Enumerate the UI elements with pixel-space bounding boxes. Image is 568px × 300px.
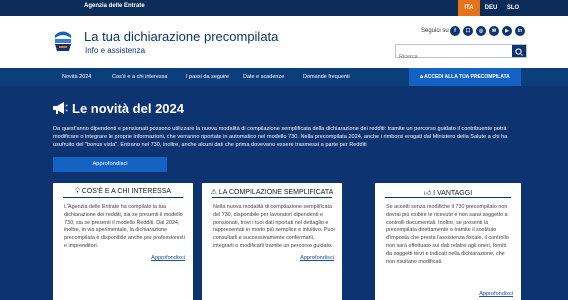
card-divider bbox=[385, 197, 511, 198]
nav-item-passi[interactable]: I passi da seguire bbox=[186, 68, 229, 86]
warning-icon: ⚠︎ bbox=[210, 189, 219, 196]
card-divider bbox=[63, 197, 183, 198]
search-button[interactable] bbox=[512, 45, 526, 57]
main-nav: Novità 2024 Cos'è e a chi interessa I pa… bbox=[0, 68, 568, 86]
top-bar: Agenzia delle Entrate ITA DEU SLO bbox=[0, 0, 568, 16]
instagram-icon[interactable]: ◎ bbox=[476, 26, 486, 36]
news-more-button[interactable]: Approfondisci bbox=[53, 157, 167, 172]
agency-name[interactable]: Agenzia delle Entrate bbox=[84, 3, 145, 9]
card-vantaggi: 👍︎ I VANTAGGI Se accetti senza modifiche… bbox=[375, 183, 521, 300]
card-body: L'Agenzia delle Entrate ha compilato la … bbox=[64, 204, 185, 249]
search-box bbox=[395, 44, 527, 63]
card-body: Se accetti senza modifiche il 730 precom… bbox=[386, 204, 509, 265]
bulb-icon: 💡︎ bbox=[74, 188, 82, 195]
card-compilazione: ⚠︎ LA COMPILAZIONE SEMPLIFICATA Nella nu… bbox=[202, 183, 342, 300]
card-body: Nella nuova modalità di compilazione sem… bbox=[213, 204, 335, 249]
thumbs-up-icon: 👍︎ bbox=[423, 190, 434, 197]
card-link[interactable]: Approfondisci bbox=[151, 255, 185, 261]
nav-item-date[interactable]: Date e scadenze bbox=[243, 68, 284, 86]
logo-icon[interactable] bbox=[52, 29, 74, 53]
x-icon[interactable]: ☐ bbox=[463, 26, 473, 36]
news-text: Da quest'anno dipendenti e pensionati po… bbox=[53, 126, 508, 148]
linkedin-icon[interactable]: in bbox=[515, 26, 525, 36]
login-button-label: ACCEDI ALLA TUA PRECOMPILATA bbox=[424, 74, 510, 80]
facebook-icon[interactable]: f bbox=[450, 26, 460, 36]
search-icon bbox=[515, 48, 523, 56]
telegram-icon[interactable]: ✉ bbox=[489, 26, 499, 36]
site-subtitle: Info e assistenza bbox=[85, 46, 146, 55]
card-title: 💡︎ COS'È E A CHI INTERESSA bbox=[74, 188, 172, 195]
card-title: 👍︎ I VANTAGGI bbox=[423, 190, 473, 197]
lang-slo[interactable]: SLO bbox=[502, 0, 524, 16]
card-link[interactable]: Approfondisci bbox=[300, 255, 334, 261]
nav-item-faq[interactable]: Domande frequenti bbox=[303, 68, 350, 86]
nav-item-novita[interactable]: Novità 2024 bbox=[62, 68, 91, 86]
lang-ita[interactable]: ITA bbox=[458, 0, 480, 16]
search-input[interactable] bbox=[396, 51, 506, 63]
youtube-icon[interactable]: ▶ bbox=[502, 26, 512, 36]
site-header: La tua dichiarazione precompilata Info e… bbox=[0, 16, 568, 68]
lang-deu[interactable]: DEU bbox=[480, 0, 502, 16]
site-title[interactable]: La tua dichiarazione precompilata bbox=[84, 29, 278, 44]
card-title: ⚠︎ LA COMPILAZIONE SEMPLIFICATA bbox=[210, 189, 334, 196]
news-title: Le novità del 2024 bbox=[72, 101, 184, 116]
card-divider bbox=[212, 197, 332, 198]
follow-label: Seguici su bbox=[421, 28, 449, 34]
megaphone-icon bbox=[53, 102, 68, 114]
login-button[interactable]: 🔒︎ ACCEDI ALLA TUA PRECOMPILATA bbox=[409, 68, 521, 86]
card-link[interactable]: Approfondisci bbox=[479, 291, 513, 297]
card-cos-e: 💡︎ COS'È E A CHI INTERESSA L'Agenzia del… bbox=[53, 183, 193, 300]
nav-item-cos-e[interactable]: Cos'è e a chi interessa bbox=[112, 68, 167, 86]
